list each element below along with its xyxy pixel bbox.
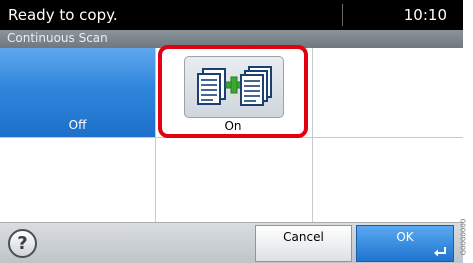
- grid-divider: [312, 48, 313, 222]
- off-option-button[interactable]: Off: [0, 48, 155, 137]
- help-icon: ?: [17, 233, 28, 254]
- on-option-button[interactable]: On: [158, 45, 308, 138]
- ok-button-label: OK: [396, 230, 414, 244]
- help-button[interactable]: ?: [8, 229, 37, 258]
- copier-panel: Ready to copy. 10:10 Continuous Scan Off: [0, 0, 463, 263]
- empty-cell: [313, 138, 463, 222]
- image-code: G0000000: [459, 215, 473, 263]
- add-documents-icon: [184, 56, 284, 118]
- status-divider: [342, 4, 343, 26]
- empty-cell: [156, 138, 312, 222]
- empty-cell: [0, 138, 155, 222]
- status-bar: Ready to copy. 10:10: [0, 0, 463, 30]
- page-title: Continuous Scan: [7, 31, 108, 45]
- on-option-label: On: [224, 119, 242, 133]
- grid-divider: [155, 48, 156, 222]
- enter-arrow-icon: [434, 247, 446, 257]
- cancel-button-label: Cancel: [283, 230, 324, 244]
- status-time: 10:10: [403, 6, 447, 24]
- bottom-bar: ? Cancel OK: [0, 222, 463, 263]
- cancel-button[interactable]: Cancel: [255, 225, 352, 262]
- image-code-text: G0000000: [459, 218, 468, 256]
- empty-cell: [313, 48, 463, 137]
- off-option-label: Off: [68, 118, 87, 132]
- ok-button[interactable]: OK: [356, 225, 454, 262]
- status-message: Ready to copy.: [8, 6, 118, 24]
